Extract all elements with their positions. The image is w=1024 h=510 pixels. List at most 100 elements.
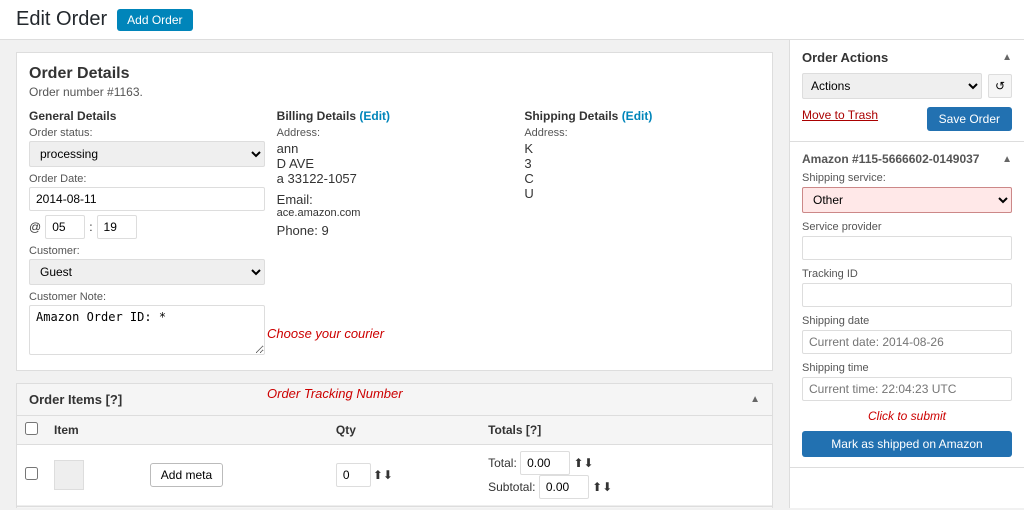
order-items-title: Order Items [?] [29, 392, 122, 407]
col-item: Item [46, 416, 142, 445]
billing-details-label: Billing Details (Edit) [277, 109, 513, 123]
subtotal-stepper[interactable]: ⬆⬇ [592, 480, 612, 494]
top-bar: Edit Order Add Order [0, 0, 1024, 40]
time-minute-input[interactable] [97, 215, 137, 239]
qty-cell: ⬆⬇ [336, 463, 472, 487]
shipping-service-group: Shipping service: Other [802, 172, 1012, 213]
total-stepper[interactable]: ⬆⬇ [573, 456, 593, 470]
service-provider-label: Service provider [802, 221, 1012, 233]
right-panel: Order Actions ▲ Actions ↺ Move to Trash … [789, 40, 1024, 508]
details-grid: General Details Order status: processing… [29, 109, 760, 358]
shipping-address-line2: 3 [524, 156, 760, 171]
shipping-details-col: Shipping Details (Edit) Address: K 3 C U [524, 109, 760, 358]
amazon-title: Amazon #115-5666602-0149037 ▲ [802, 152, 1012, 166]
order-actions-select[interactable]: Actions [802, 73, 982, 99]
total-label: Total: [488, 456, 517, 470]
customer-note-textarea[interactable]: Amazon Order ID: * [29, 305, 265, 355]
col-totals: Totals [?] [480, 416, 772, 445]
order-date-label: Order Date: [29, 173, 265, 185]
billing-address-line1: ann [277, 141, 513, 156]
order-actions-toggle[interactable]: ▲ [1002, 52, 1012, 63]
submit-annotation: Click to submit [802, 409, 1012, 423]
row-checkbox[interactable] [25, 467, 38, 480]
shipping-time-label: Shipping time [802, 362, 1012, 374]
shipping-time-group: Shipping time [802, 362, 1012, 401]
item-actions-row: Actions ↺ Add item(s) Add fee [17, 506, 772, 508]
table-row: Add meta ⬆⬇ Total: ⬆⬇ [17, 445, 772, 506]
amazon-section-toggle[interactable]: ▲ [1002, 154, 1012, 165]
customer-label: Customer: [29, 245, 265, 257]
billing-details-col: Billing Details (Edit) Address: ann D AV… [277, 109, 513, 358]
order-number: Order number #1163. [29, 85, 760, 99]
items-table: Item Qty Totals [?] Add meta [17, 416, 772, 506]
shipping-date-group: Shipping date [802, 315, 1012, 354]
row-meta-cell: Add meta [142, 445, 328, 506]
add-meta-button[interactable]: Add meta [150, 463, 223, 487]
save-order-button[interactable]: Save Order [927, 107, 1012, 131]
shipping-details-label: Shipping Details (Edit) [524, 109, 760, 123]
billing-address-label: Address: [277, 127, 513, 139]
billing-phone: Phone: 9 [277, 223, 513, 238]
time-at-symbol: @ [29, 220, 41, 234]
col-empty [142, 416, 328, 445]
col-qty: Qty [328, 416, 480, 445]
shipping-date-input[interactable] [802, 330, 1012, 354]
shipping-address-label: Address: [524, 127, 760, 139]
page-title: Edit Order [16, 8, 107, 31]
shipping-address-line1: K [524, 141, 760, 156]
shipping-service-select[interactable]: Other [802, 187, 1012, 213]
shipping-service-label: Shipping service: [802, 172, 1012, 184]
add-order-button[interactable]: Add Order [117, 9, 192, 31]
time-hour-input[interactable] [45, 215, 85, 239]
qty-input[interactable] [336, 463, 371, 487]
col-checkbox [17, 416, 46, 445]
trash-save-row: Move to Trash Save Order [802, 107, 1012, 131]
reload-button[interactable]: ↺ [988, 74, 1012, 98]
order-items-box: Order Items [?] ▲ Item Qty Totals [?] [16, 383, 773, 508]
shipping-address-line3: C [524, 171, 760, 186]
row-total-cell: Total: ⬆⬇ Subtotal: ⬆⬇ [480, 445, 772, 506]
service-provider-input[interactable] [802, 236, 1012, 260]
billing-email-label: Email: [277, 192, 513, 207]
row-qty-cell: ⬆⬇ [328, 445, 480, 506]
amazon-section: Amazon #115-5666602-0149037 ▲ Shipping s… [790, 142, 1024, 468]
order-status-label: Order status: [29, 127, 265, 139]
subtotal-input[interactable] [539, 475, 589, 499]
time-row: @ : [29, 215, 265, 239]
order-details-box: Order Details Order number #1163. Genera… [16, 52, 773, 371]
left-panel: Order Details Order number #1163. Genera… [0, 40, 789, 508]
tracking-id-input[interactable] [802, 283, 1012, 307]
actions-row: Actions ↺ [802, 73, 1012, 99]
general-details-col: General Details Order status: processing… [29, 109, 265, 358]
move-to-trash-button[interactable]: Move to Trash [802, 108, 878, 122]
qty-stepper[interactable]: ⬆⬇ [373, 468, 393, 482]
order-status-select[interactable]: processing [29, 141, 265, 167]
row-checkbox-cell [17, 445, 46, 506]
order-date-input[interactable] [29, 187, 265, 211]
shipping-address-line4: U [524, 186, 760, 201]
billing-email-value: ace.amazon.com [277, 207, 513, 219]
mark-shipped-button[interactable]: Mark as shipped on Amazon [802, 431, 1012, 457]
time-separator: : [89, 220, 92, 234]
order-items-toggle[interactable]: ▲ [750, 394, 760, 405]
shipping-edit-link[interactable]: (Edit) [622, 109, 653, 123]
billing-edit-link[interactable]: (Edit) [359, 109, 390, 123]
subtotal-label: Subtotal: [488, 480, 535, 494]
billing-address-line3: a 33122-1057 [277, 171, 513, 186]
shipping-time-input[interactable] [802, 377, 1012, 401]
table-header-row: Item Qty Totals [?] [17, 416, 772, 445]
general-details-label: General Details [29, 109, 265, 123]
main-layout: Order Details Order number #1163. Genera… [0, 40, 1024, 508]
billing-address-line2: D AVE [277, 156, 513, 171]
total-input[interactable] [520, 451, 570, 475]
tracking-id-group: Tracking ID [802, 268, 1012, 307]
row-item-cell [46, 445, 142, 506]
select-all-checkbox[interactable] [25, 422, 38, 435]
service-provider-group: Service provider [802, 221, 1012, 260]
customer-select[interactable]: Guest [29, 259, 265, 285]
tracking-id-label: Tracking ID [802, 268, 1012, 280]
item-thumbnail [54, 460, 84, 490]
order-details-title: Order Details [29, 65, 760, 83]
order-actions-title: Order Actions ▲ [802, 50, 1012, 65]
order-actions-section: Order Actions ▲ Actions ↺ Move to Trash … [790, 40, 1024, 142]
